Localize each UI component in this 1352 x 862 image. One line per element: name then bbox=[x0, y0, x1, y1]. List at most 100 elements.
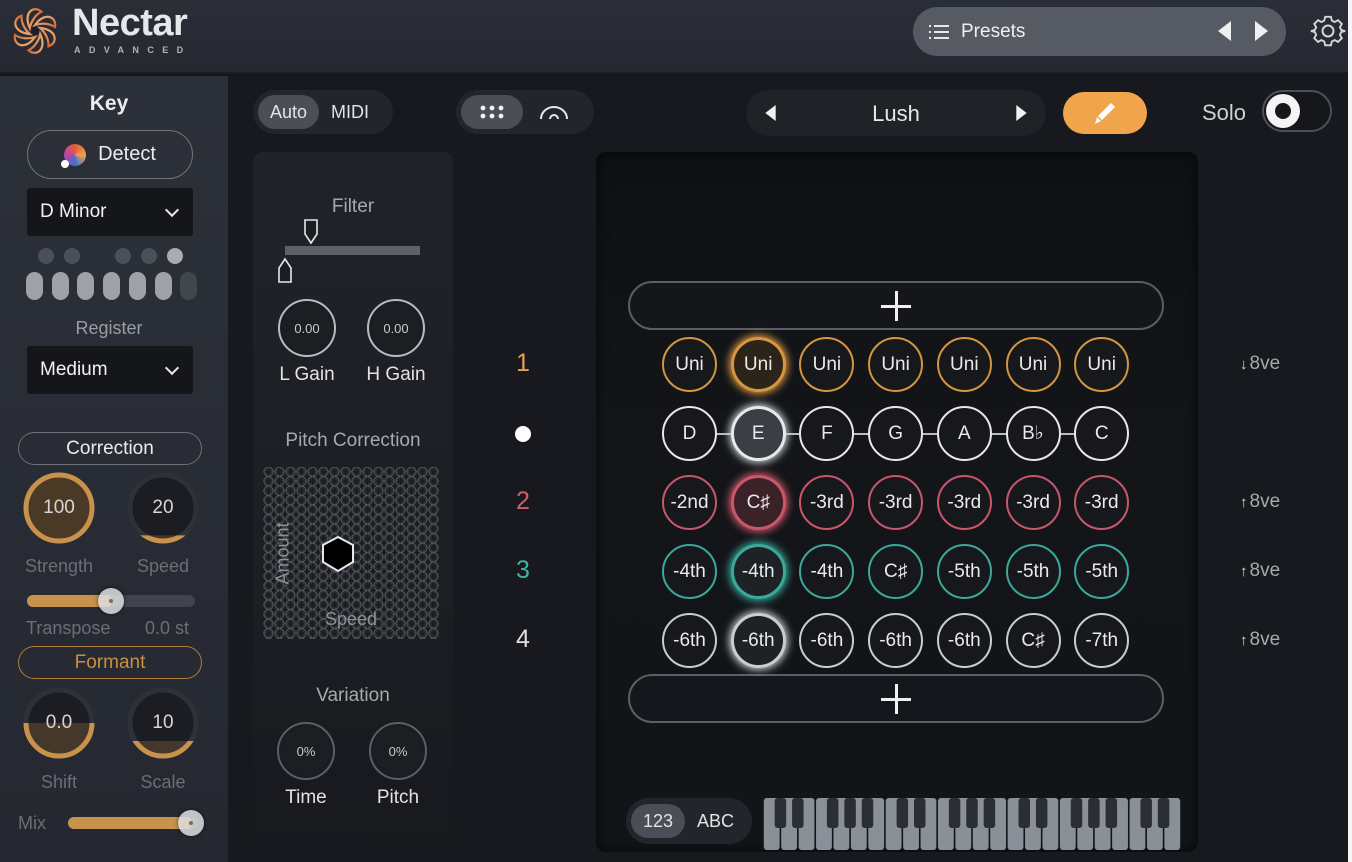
transpose-slider-thumb[interactable] bbox=[98, 588, 124, 614]
harmony-interval-cell[interactable]: -4th bbox=[662, 544, 717, 599]
harmony-interval-cell[interactable]: -4th bbox=[730, 544, 786, 599]
key-select[interactable]: D Minor bbox=[27, 188, 193, 236]
shift-knob[interactable]: 0.0 bbox=[23, 687, 95, 759]
piano-black-key[interactable] bbox=[1018, 798, 1030, 828]
octave-shift-button[interactable]: ↑ 8ve bbox=[1240, 560, 1280, 582]
scale-dot-natural[interactable] bbox=[180, 272, 198, 300]
piano-black-key[interactable] bbox=[1088, 798, 1100, 828]
scale-dot-sharp[interactable] bbox=[63, 248, 80, 264]
harmony-interval-cell[interactable]: -7th bbox=[1074, 613, 1130, 668]
piano-black-key[interactable] bbox=[1070, 798, 1083, 828]
label-mode-123[interactable]: 123 bbox=[631, 804, 686, 838]
speed-knob[interactable]: 20 bbox=[127, 472, 199, 544]
style-next-button[interactable] bbox=[1016, 105, 1027, 121]
harmony-interval-cell[interactable]: -3rd bbox=[936, 475, 992, 530]
piano-black-key[interactable] bbox=[1105, 798, 1118, 828]
pitch-correction-xy-pad[interactable]: Amount Speed bbox=[263, 467, 439, 639]
harmony-interval-cell[interactable]: -5th bbox=[1005, 544, 1061, 599]
harmony-interval-cell[interactable]: Uni bbox=[936, 337, 992, 392]
h-gain-knob[interactable]: 0.00 bbox=[367, 299, 425, 357]
preset-prev-button[interactable] bbox=[1218, 21, 1231, 41]
preset-next-button[interactable] bbox=[1255, 21, 1268, 41]
scale-dot-natural[interactable] bbox=[51, 272, 69, 300]
scale-dot-natural[interactable] bbox=[154, 272, 172, 300]
filter-range-slider[interactable] bbox=[276, 218, 426, 286]
harmony-interval-cell[interactable]: Uni bbox=[1074, 337, 1130, 392]
piano-black-key[interactable] bbox=[826, 798, 839, 828]
transpose-slider[interactable] bbox=[27, 588, 195, 614]
scale-dot-sharp[interactable] bbox=[140, 248, 157, 264]
scale-dot-natural[interactable] bbox=[103, 272, 121, 300]
edit-button[interactable] bbox=[1063, 92, 1147, 134]
harmony-interval-cell[interactable]: -6th bbox=[868, 613, 924, 668]
scale-dot-natural[interactable] bbox=[128, 272, 146, 300]
piano-black-key[interactable] bbox=[792, 798, 804, 828]
presets-bar[interactable]: Presets bbox=[913, 7, 1286, 56]
harmony-interval-cell[interactable]: Uni bbox=[730, 337, 786, 392]
harmony-interval-cell[interactable]: -6th bbox=[730, 613, 786, 668]
lead-note-cell[interactable]: B♭ bbox=[1005, 406, 1061, 461]
formant-toggle[interactable]: Formant bbox=[18, 646, 202, 679]
harmony-interval-cell[interactable]: C♯ bbox=[730, 475, 786, 530]
harmony-interval-cell[interactable]: -6th bbox=[662, 613, 717, 668]
harmony-interval-cell[interactable]: C♯ bbox=[1005, 613, 1061, 668]
label-mode-toggle[interactable]: 123 ABC bbox=[626, 798, 752, 844]
l-gain-knob[interactable]: 0.00 bbox=[278, 299, 336, 357]
lead-note-cell[interactable]: A bbox=[936, 406, 992, 461]
scale-dot-sharp[interactable] bbox=[38, 248, 54, 264]
octave-shift-button[interactable]: ↓ 8ve bbox=[1240, 353, 1280, 375]
octave-shift-button[interactable]: ↑ 8ve bbox=[1240, 629, 1280, 651]
mode-midi[interactable]: MIDI bbox=[319, 95, 381, 129]
piano-black-key[interactable] bbox=[983, 798, 996, 828]
harmony-interval-cell[interactable]: Uni bbox=[662, 337, 717, 392]
harmony-interval-cell[interactable]: -2nd bbox=[662, 475, 717, 530]
harmony-interval-cell[interactable]: C♯ bbox=[868, 544, 924, 599]
strength-knob[interactable]: 100 bbox=[23, 472, 95, 544]
add-voice-bottom-button[interactable] bbox=[628, 674, 1164, 723]
piano-black-key[interactable] bbox=[844, 798, 856, 828]
add-voice-top-button[interactable] bbox=[628, 281, 1164, 330]
piano-black-key[interactable] bbox=[966, 798, 978, 828]
mode-toggle[interactable]: Auto MIDI bbox=[253, 90, 393, 134]
gear-icon[interactable] bbox=[1310, 13, 1346, 49]
register-select[interactable]: Medium bbox=[27, 346, 193, 394]
scale-degree-selector[interactable] bbox=[26, 248, 198, 308]
lead-note-cell[interactable]: D bbox=[662, 406, 717, 461]
scale-dot-sharp[interactable] bbox=[166, 248, 183, 264]
harmony-interval-cell[interactable]: -3rd bbox=[1005, 475, 1061, 530]
lead-note-cell[interactable]: E bbox=[730, 406, 786, 461]
arc-view-button[interactable] bbox=[523, 95, 585, 129]
harmony-interval-cell[interactable]: -5th bbox=[1074, 544, 1130, 599]
octave-shift-button[interactable]: ↑ 8ve bbox=[1240, 491, 1280, 513]
harmony-interval-cell[interactable]: -5th bbox=[936, 544, 992, 599]
piano-black-key[interactable] bbox=[861, 798, 874, 828]
mix-slider[interactable] bbox=[68, 810, 204, 836]
piano-keyboard[interactable] bbox=[763, 798, 1181, 850]
mode-auto[interactable]: Auto bbox=[258, 95, 320, 129]
piano-black-key[interactable] bbox=[1035, 798, 1048, 828]
harmony-interval-cell[interactable]: Uni bbox=[868, 337, 924, 392]
piano-black-key[interactable] bbox=[896, 798, 909, 828]
pitch-variation-knob[interactable]: 0% bbox=[369, 722, 427, 780]
piano-black-key[interactable] bbox=[1157, 798, 1170, 828]
harmony-interval-cell[interactable]: -6th bbox=[936, 613, 992, 668]
scale-dot-natural[interactable] bbox=[26, 272, 43, 300]
lead-note-cell[interactable]: G bbox=[868, 406, 924, 461]
detect-button[interactable]: Detect bbox=[27, 130, 193, 179]
time-variation-knob[interactable]: 0% bbox=[277, 722, 335, 780]
solo-toggle[interactable] bbox=[1262, 90, 1332, 132]
piano-black-key[interactable] bbox=[914, 798, 926, 828]
correction-toggle[interactable]: Correction bbox=[18, 432, 202, 465]
harmony-interval-cell[interactable]: -3rd bbox=[1074, 475, 1130, 530]
lead-note-cell[interactable]: C bbox=[1074, 406, 1130, 461]
mix-slider-thumb[interactable] bbox=[178, 810, 204, 836]
piano-black-key[interactable] bbox=[774, 798, 787, 828]
piano-black-key[interactable] bbox=[1140, 798, 1152, 828]
scale-knob[interactable]: 10 bbox=[127, 687, 199, 759]
scale-dot-sharp[interactable] bbox=[115, 248, 132, 264]
piano-black-key[interactable] bbox=[948, 798, 961, 828]
harmony-interval-cell[interactable]: Uni bbox=[1005, 337, 1061, 392]
scale-dot-natural[interactable] bbox=[77, 272, 95, 300]
harmony-interval-cell[interactable]: -3rd bbox=[868, 475, 924, 530]
grid-view-button[interactable] bbox=[461, 95, 523, 129]
